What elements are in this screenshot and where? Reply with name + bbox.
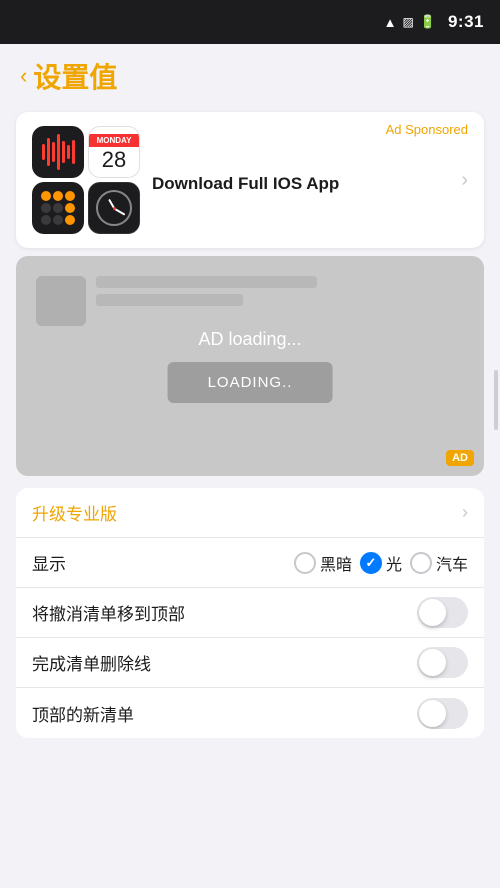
clock-center-dot (113, 207, 116, 210)
ad-loading-area: AD loading... LOADING.. AD (16, 256, 484, 476)
header: ‹ 设置值 (0, 44, 500, 104)
calc-btn (53, 191, 63, 201)
radio-circle-light[interactable] (360, 552, 382, 574)
row-strikethrough-label: 完成清单删除线 (32, 650, 417, 675)
upgrade-chevron-icon: › (462, 502, 468, 523)
ad-sponsored-label: Ad Sponsored (386, 122, 468, 137)
app-icon-clock (88, 182, 140, 234)
ad-loading-inner: AD loading... LOADING.. (168, 329, 333, 403)
loading-button[interactable]: LOADING.. (168, 362, 333, 403)
battery-icon: 🔋 (420, 14, 436, 30)
radio-option-dark[interactable]: 黑暗 (294, 551, 352, 575)
status-icons: ▲ ▨ 🔋 (384, 14, 436, 30)
ad-placeholder-block (36, 276, 86, 326)
radio-option-auto[interactable]: 汽车 (410, 551, 468, 575)
ad-text-area: Download Full IOS App (152, 174, 445, 194)
radio-label-light: 光 (386, 551, 402, 575)
status-time: 9:31 (448, 12, 484, 32)
calc-btn (65, 191, 75, 201)
wbar (62, 141, 65, 163)
calc-btn (41, 215, 51, 225)
ad-bar1 (96, 276, 317, 288)
download-text: Download Full IOS App (152, 174, 339, 193)
upgrade-label: 升级专业版 (32, 500, 462, 525)
wbar (52, 142, 55, 162)
calc-grid (37, 187, 79, 229)
calc-btn (65, 215, 75, 225)
scroll-indicator (494, 370, 498, 430)
row-new-list-top-label: 顶部的新清单 (32, 701, 417, 726)
wbar (67, 145, 70, 159)
radio-circle-auto[interactable] (410, 552, 432, 574)
wbar (72, 140, 75, 164)
signal-icon: ▨ (402, 15, 413, 29)
radio-option-light[interactable]: 光 (360, 551, 402, 575)
row-move-to-top-label: 将撤消清单移到顶部 (32, 600, 417, 625)
radio-label-auto: 汽车 (436, 551, 468, 575)
calc-btn (41, 191, 51, 201)
calc-btn (41, 203, 51, 213)
calc-btn (65, 203, 75, 213)
display-row[interactable]: 显示 黑暗 光 汽车 (16, 538, 484, 588)
wifi-icon: ▲ (384, 15, 397, 30)
display-radio-group: 黑暗 光 汽车 (294, 551, 468, 575)
row-new-list-top[interactable]: 顶部的新清单 (16, 688, 484, 738)
ad-chevron-icon: › (461, 169, 468, 192)
ad-card[interactable]: Ad Sponsored Monday 28 (16, 112, 484, 248)
row-strikethrough[interactable]: 完成清单删除线 (16, 638, 484, 688)
clock-face (96, 190, 132, 226)
toggle-strikethrough[interactable] (417, 647, 468, 678)
calc-btn (53, 215, 63, 225)
waveform-bars (42, 136, 75, 168)
display-label: 显示 (32, 550, 294, 575)
app-icon-calculator (32, 182, 84, 234)
cal-header: Monday (89, 134, 139, 147)
toggle-new-list-top[interactable] (417, 698, 468, 729)
status-bar: ▲ ▨ 🔋 9:31 (0, 0, 500, 44)
radio-label-dark: 黑暗 (320, 551, 352, 575)
wbar (47, 138, 50, 166)
toggle-knob (419, 599, 446, 626)
ad-loading-text: AD loading... (168, 329, 333, 350)
cal-number: 28 (102, 149, 126, 171)
wbar (57, 134, 60, 170)
toggle-move-to-top[interactable] (417, 597, 468, 628)
toggle-knob-3 (419, 700, 446, 727)
ad-badge: AD (446, 450, 474, 466)
upgrade-row[interactable]: 升级专业版 › (16, 488, 484, 538)
radio-circle-dark[interactable] (294, 552, 316, 574)
app-icons-grid: Monday 28 (32, 126, 140, 234)
page-title: 设置值 (33, 56, 117, 96)
toggle-knob-2 (419, 649, 446, 676)
row-move-to-top[interactable]: 将撤消清单移到顶部 (16, 588, 484, 638)
ad-bar2 (96, 294, 243, 306)
app-icon-calendar: Monday 28 (88, 126, 140, 178)
back-arrow[interactable]: ‹ (20, 63, 27, 89)
settings-section: 升级专业版 › 显示 黑暗 光 汽车 将撤消清单移到顶部 (16, 488, 484, 738)
calc-btn (53, 203, 63, 213)
wbar (42, 144, 45, 160)
app-icon-waveform (32, 126, 84, 178)
